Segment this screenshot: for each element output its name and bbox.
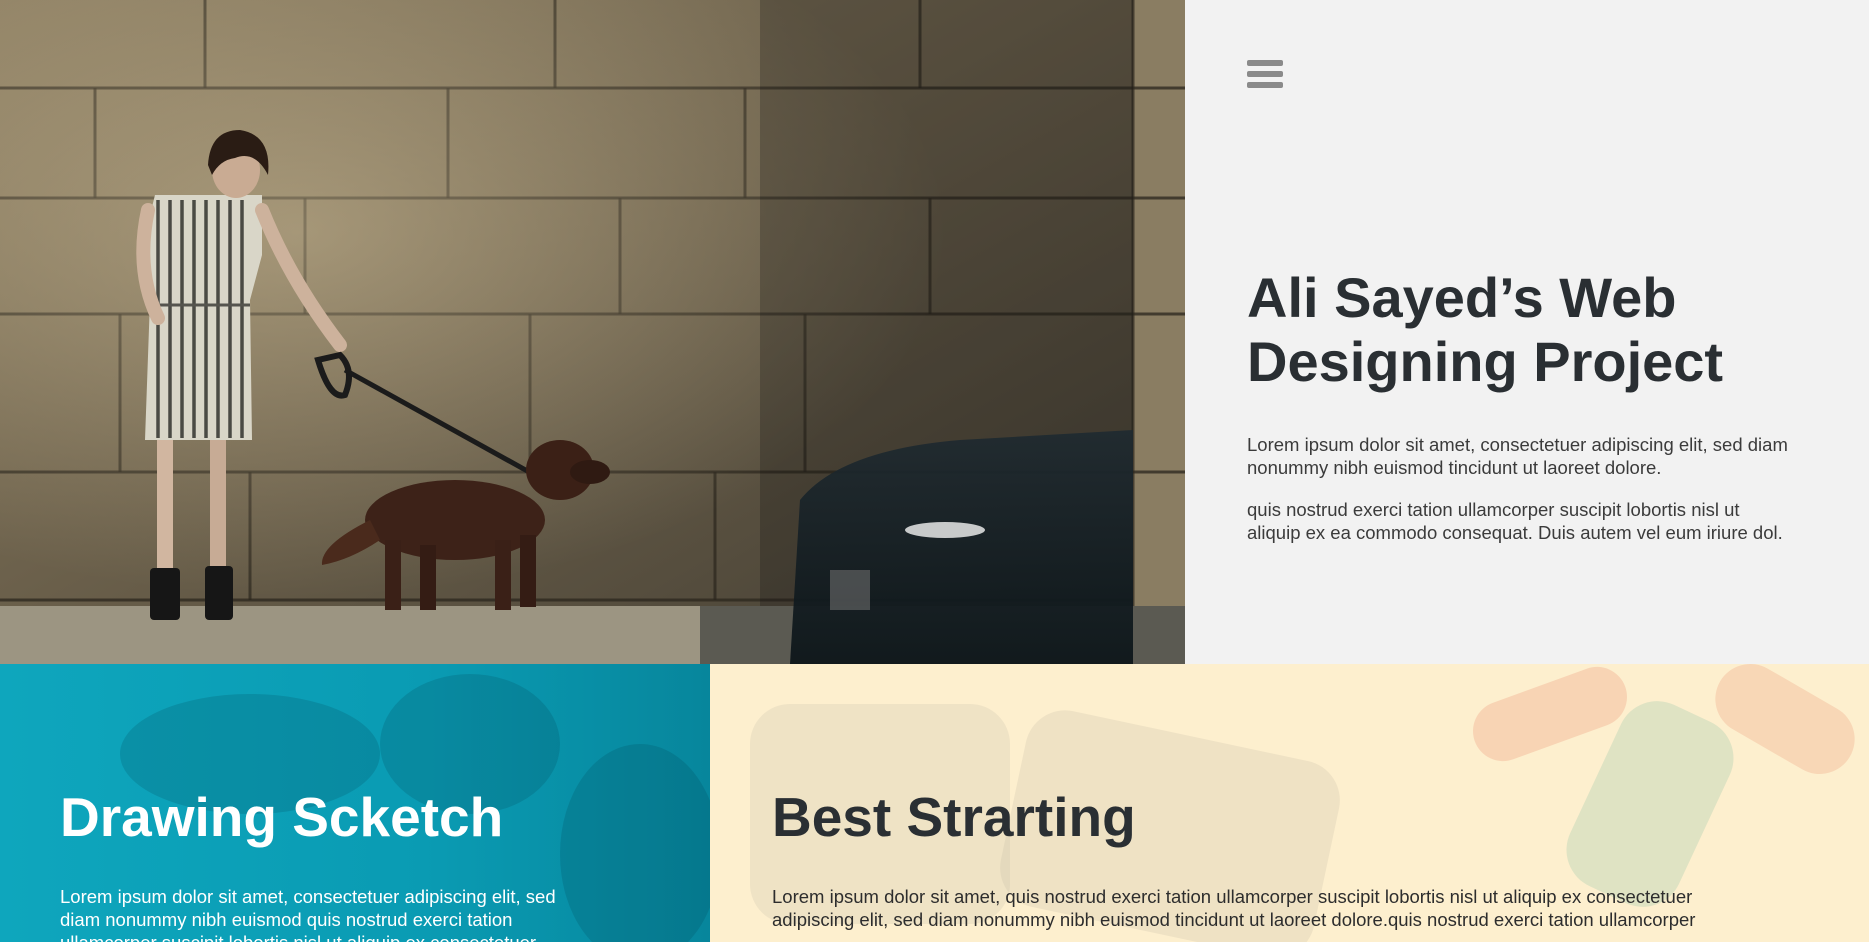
drawing-section-title: Drawing Scketch	[60, 786, 504, 848]
starting-section-title: Best Strarting	[772, 786, 1136, 848]
hero-section: Ali Sayed’s Web Designing Project Lorem …	[0, 0, 1869, 664]
hero-paragraph-1: Lorem ipsum dolor sit amet, consectetuer…	[1247, 434, 1788, 478]
hamburger-menu-icon[interactable]	[1247, 60, 1287, 94]
drawing-section-text: Lorem ipsum dolor sit amet, consectetuer…	[60, 886, 556, 942]
hero-paragraph-2: quis nostrud exerci tation ullamcorper s…	[1247, 499, 1783, 543]
page-title: Ali Sayed’s Web Designing Project	[1247, 266, 1724, 393]
hero-image	[0, 0, 1185, 664]
hero-text-panel: Ali Sayed’s Web Designing Project Lorem …	[1185, 0, 1869, 664]
drawing-sketch-section: Drawing Scketch Lorem ipsum dolor sit am…	[0, 664, 710, 942]
starting-section-text: Lorem ipsum dolor sit amet, quis nostrud…	[772, 886, 1696, 930]
best-starting-section: Best Strarting Lorem ipsum dolor sit ame…	[710, 664, 1869, 942]
